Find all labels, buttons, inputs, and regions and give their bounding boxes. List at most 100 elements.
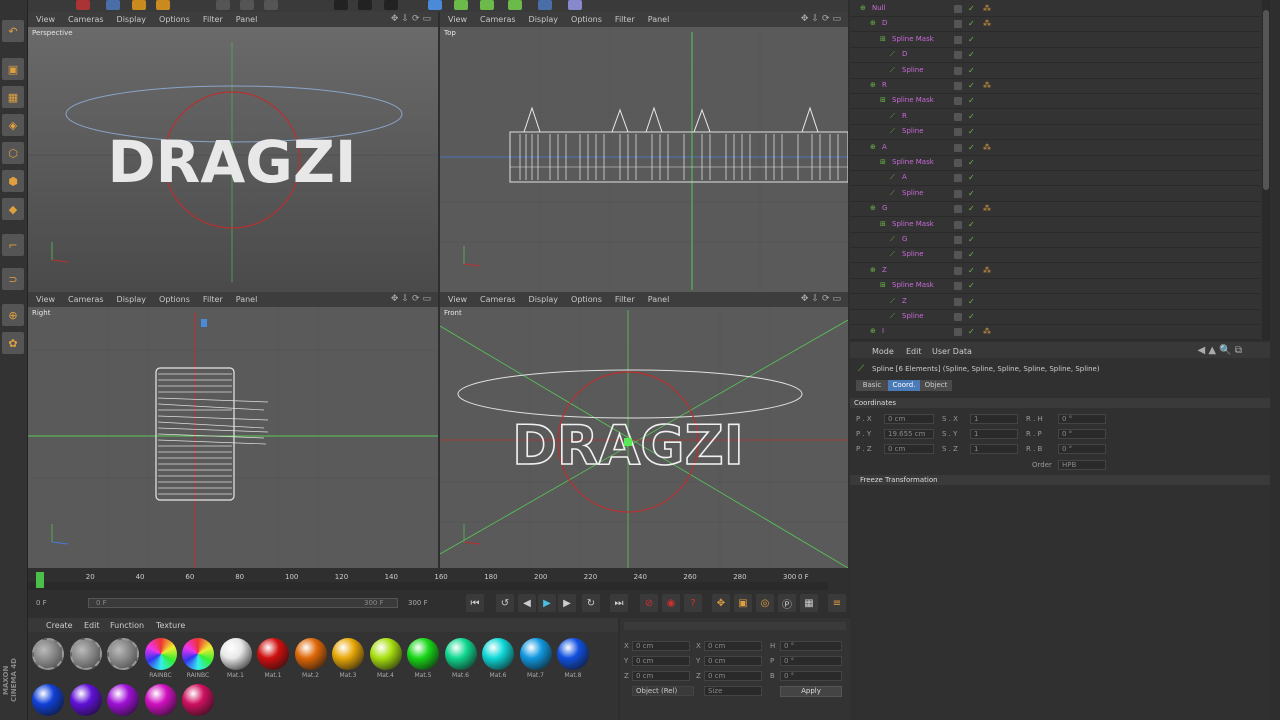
end-frame[interactable]: 300 F [408, 599, 428, 607]
object-row[interactable]: ⟋ Spline ✓ [850, 187, 1260, 202]
coord-pos-x[interactable]: 0 cm [632, 641, 690, 651]
object-row[interactable]: ⊕ D ✓ ⁂ [850, 17, 1260, 33]
object-row[interactable]: ⟋ Spline ✓ [850, 64, 1260, 79]
render-view-icon[interactable] [334, 0, 348, 10]
material-swatch[interactable] [69, 638, 102, 670]
rotate-icon[interactable] [156, 0, 170, 10]
render-picture-icon[interactable] [358, 0, 372, 10]
timeline-menu-icon[interactable]: ≡ [828, 594, 846, 612]
tab-coord[interactable]: Coord. [888, 380, 920, 391]
enabled-check-icon[interactable]: ✓ [968, 327, 975, 336]
deformer-icon[interactable] [538, 0, 552, 10]
coord-size-y[interactable]: 0 cm [704, 656, 762, 666]
coord-rot-p[interactable]: 0 ° [780, 656, 842, 666]
object-tag-icon[interactable]: ⁂ [983, 204, 991, 213]
object-row[interactable]: ⊞ Spline Mask ✓ [850, 218, 1260, 233]
material-swatch[interactable] [144, 638, 177, 670]
scale-icon[interactable] [132, 0, 146, 10]
object-row[interactable]: ⊞ Spline Mask ✓ [850, 33, 1260, 48]
coord-rot-b[interactable]: 0 ° [780, 671, 842, 681]
object-name[interactable]: Spline Mask [892, 158, 934, 166]
enabled-check-icon[interactable]: ✓ [968, 250, 975, 259]
material-swatch[interactable] [32, 638, 64, 670]
coord-rot-h[interactable]: 0 ° [780, 641, 842, 651]
object-name[interactable]: G [882, 204, 887, 212]
object-row[interactable]: ⟋ R ✓ [850, 110, 1260, 125]
section-coordinates[interactable]: Coordinates [850, 398, 1270, 408]
layer-tag-icon[interactable] [954, 5, 962, 13]
layer-tag-icon[interactable] [954, 266, 962, 275]
layer-tag-icon[interactable] [954, 97, 962, 106]
object-name[interactable]: R [882, 81, 887, 89]
material-swatch[interactable] [407, 638, 439, 670]
object-name[interactable]: R [902, 112, 907, 120]
object-row[interactable]: ⟋ Z ✓ [850, 295, 1260, 310]
key-parameter-icon[interactable]: Ⓟ [778, 594, 796, 612]
timeline-range-slider[interactable] [88, 598, 398, 608]
scale-x-field[interactable]: 1 [970, 414, 1018, 424]
object-name[interactable]: D [882, 19, 887, 27]
layer-tag-icon[interactable] [954, 35, 962, 44]
enabled-check-icon[interactable]: ✓ [968, 4, 975, 13]
enabled-check-icon[interactable]: ✓ [968, 235, 975, 244]
material-swatch[interactable] [444, 638, 477, 670]
x-axis-icon[interactable] [216, 0, 230, 10]
menu-edit[interactable]: Edit [84, 621, 100, 630]
object-tag-icon[interactable]: ⁂ [983, 266, 991, 275]
enabled-check-icon[interactable]: ✓ [968, 266, 975, 275]
menu-create[interactable]: Create [46, 621, 73, 630]
play-icon[interactable]: ▶ [538, 594, 556, 612]
object-name[interactable]: Z [882, 266, 887, 274]
coord-pos-y[interactable]: 0 cm [632, 656, 690, 666]
scale-z-field[interactable]: 1 [970, 444, 1018, 454]
object-name[interactable]: Spline [902, 189, 924, 197]
viewport-perspective[interactable]: View Cameras Display Options Filter Pane… [28, 12, 438, 292]
material-swatch[interactable] [519, 638, 552, 670]
object-row[interactable]: ⊞ Spline Mask ✓ [850, 156, 1260, 171]
scale-y-field[interactable]: 1 [970, 429, 1018, 439]
object-row[interactable]: ⊕ I ✓ ⁂ [850, 325, 1260, 340]
record-icon[interactable] [76, 0, 90, 10]
autokey-icon[interactable]: ◉ [662, 594, 680, 612]
edges-mode-icon[interactable]: ⬢ [2, 170, 24, 192]
object-row[interactable]: ⊕ Z ✓ ⁂ [850, 264, 1260, 279]
object-name[interactable]: Spline [902, 127, 924, 135]
layer-tag-icon[interactable] [954, 297, 962, 306]
viewport-top[interactable]: View Cameras Display Options Filter Pane… [440, 12, 848, 292]
material-swatch[interactable] [32, 684, 64, 716]
layer-tag-icon[interactable] [954, 205, 962, 214]
step-forward-icon[interactable]: ▶ [558, 594, 576, 612]
texture-mode-icon[interactable]: ▦ [2, 86, 24, 108]
material-swatch[interactable] [219, 638, 252, 670]
material-swatch[interactable] [332, 638, 364, 670]
pos-z-field[interactable]: 0 cm [884, 444, 934, 454]
tab-object[interactable]: Object [920, 380, 952, 391]
timeline-ruler[interactable] [28, 582, 828, 590]
material-swatch[interactable] [257, 638, 289, 670]
nav-arrows-icon[interactable]: ◀ ▲ 🔍 ⧉ [1197, 345, 1242, 356]
coord-size-x[interactable]: 0 cm [704, 641, 762, 651]
layer-tag-icon[interactable] [954, 174, 962, 183]
order-select[interactable]: HPB [1058, 460, 1106, 470]
rot-b-field[interactable]: 0 ° [1058, 444, 1106, 454]
object-row[interactable]: ⟋ Spline ✓ [850, 248, 1260, 264]
workplane-icon[interactable]: ◈ [2, 114, 24, 136]
layer-tag-icon[interactable] [954, 128, 962, 137]
material-swatch[interactable] [144, 684, 177, 716]
object-name[interactable]: A [902, 173, 907, 181]
material-swatch[interactable] [182, 684, 214, 716]
key-pla-icon[interactable]: ▦ [800, 594, 818, 612]
object-row[interactable]: ⟋ G ✓ [850, 233, 1260, 248]
object-row[interactable]: ⊞ Spline Mask ✓ [850, 279, 1260, 295]
enabled-check-icon[interactable]: ✓ [968, 96, 975, 105]
enabled-check-icon[interactable]: ✓ [968, 66, 975, 75]
enabled-check-icon[interactable]: ✓ [968, 127, 975, 136]
menu-user-data[interactable]: User Data [932, 347, 972, 356]
object-name[interactable]: Null [872, 4, 886, 12]
layer-tag-icon[interactable] [954, 112, 962, 121]
object-name[interactable]: Spline Mask [892, 35, 934, 43]
start-frame[interactable]: 0 F [36, 599, 47, 607]
object-name[interactable]: Spline [902, 66, 924, 74]
enabled-check-icon[interactable]: ✓ [968, 143, 975, 152]
scene-icon[interactable] [568, 0, 582, 10]
